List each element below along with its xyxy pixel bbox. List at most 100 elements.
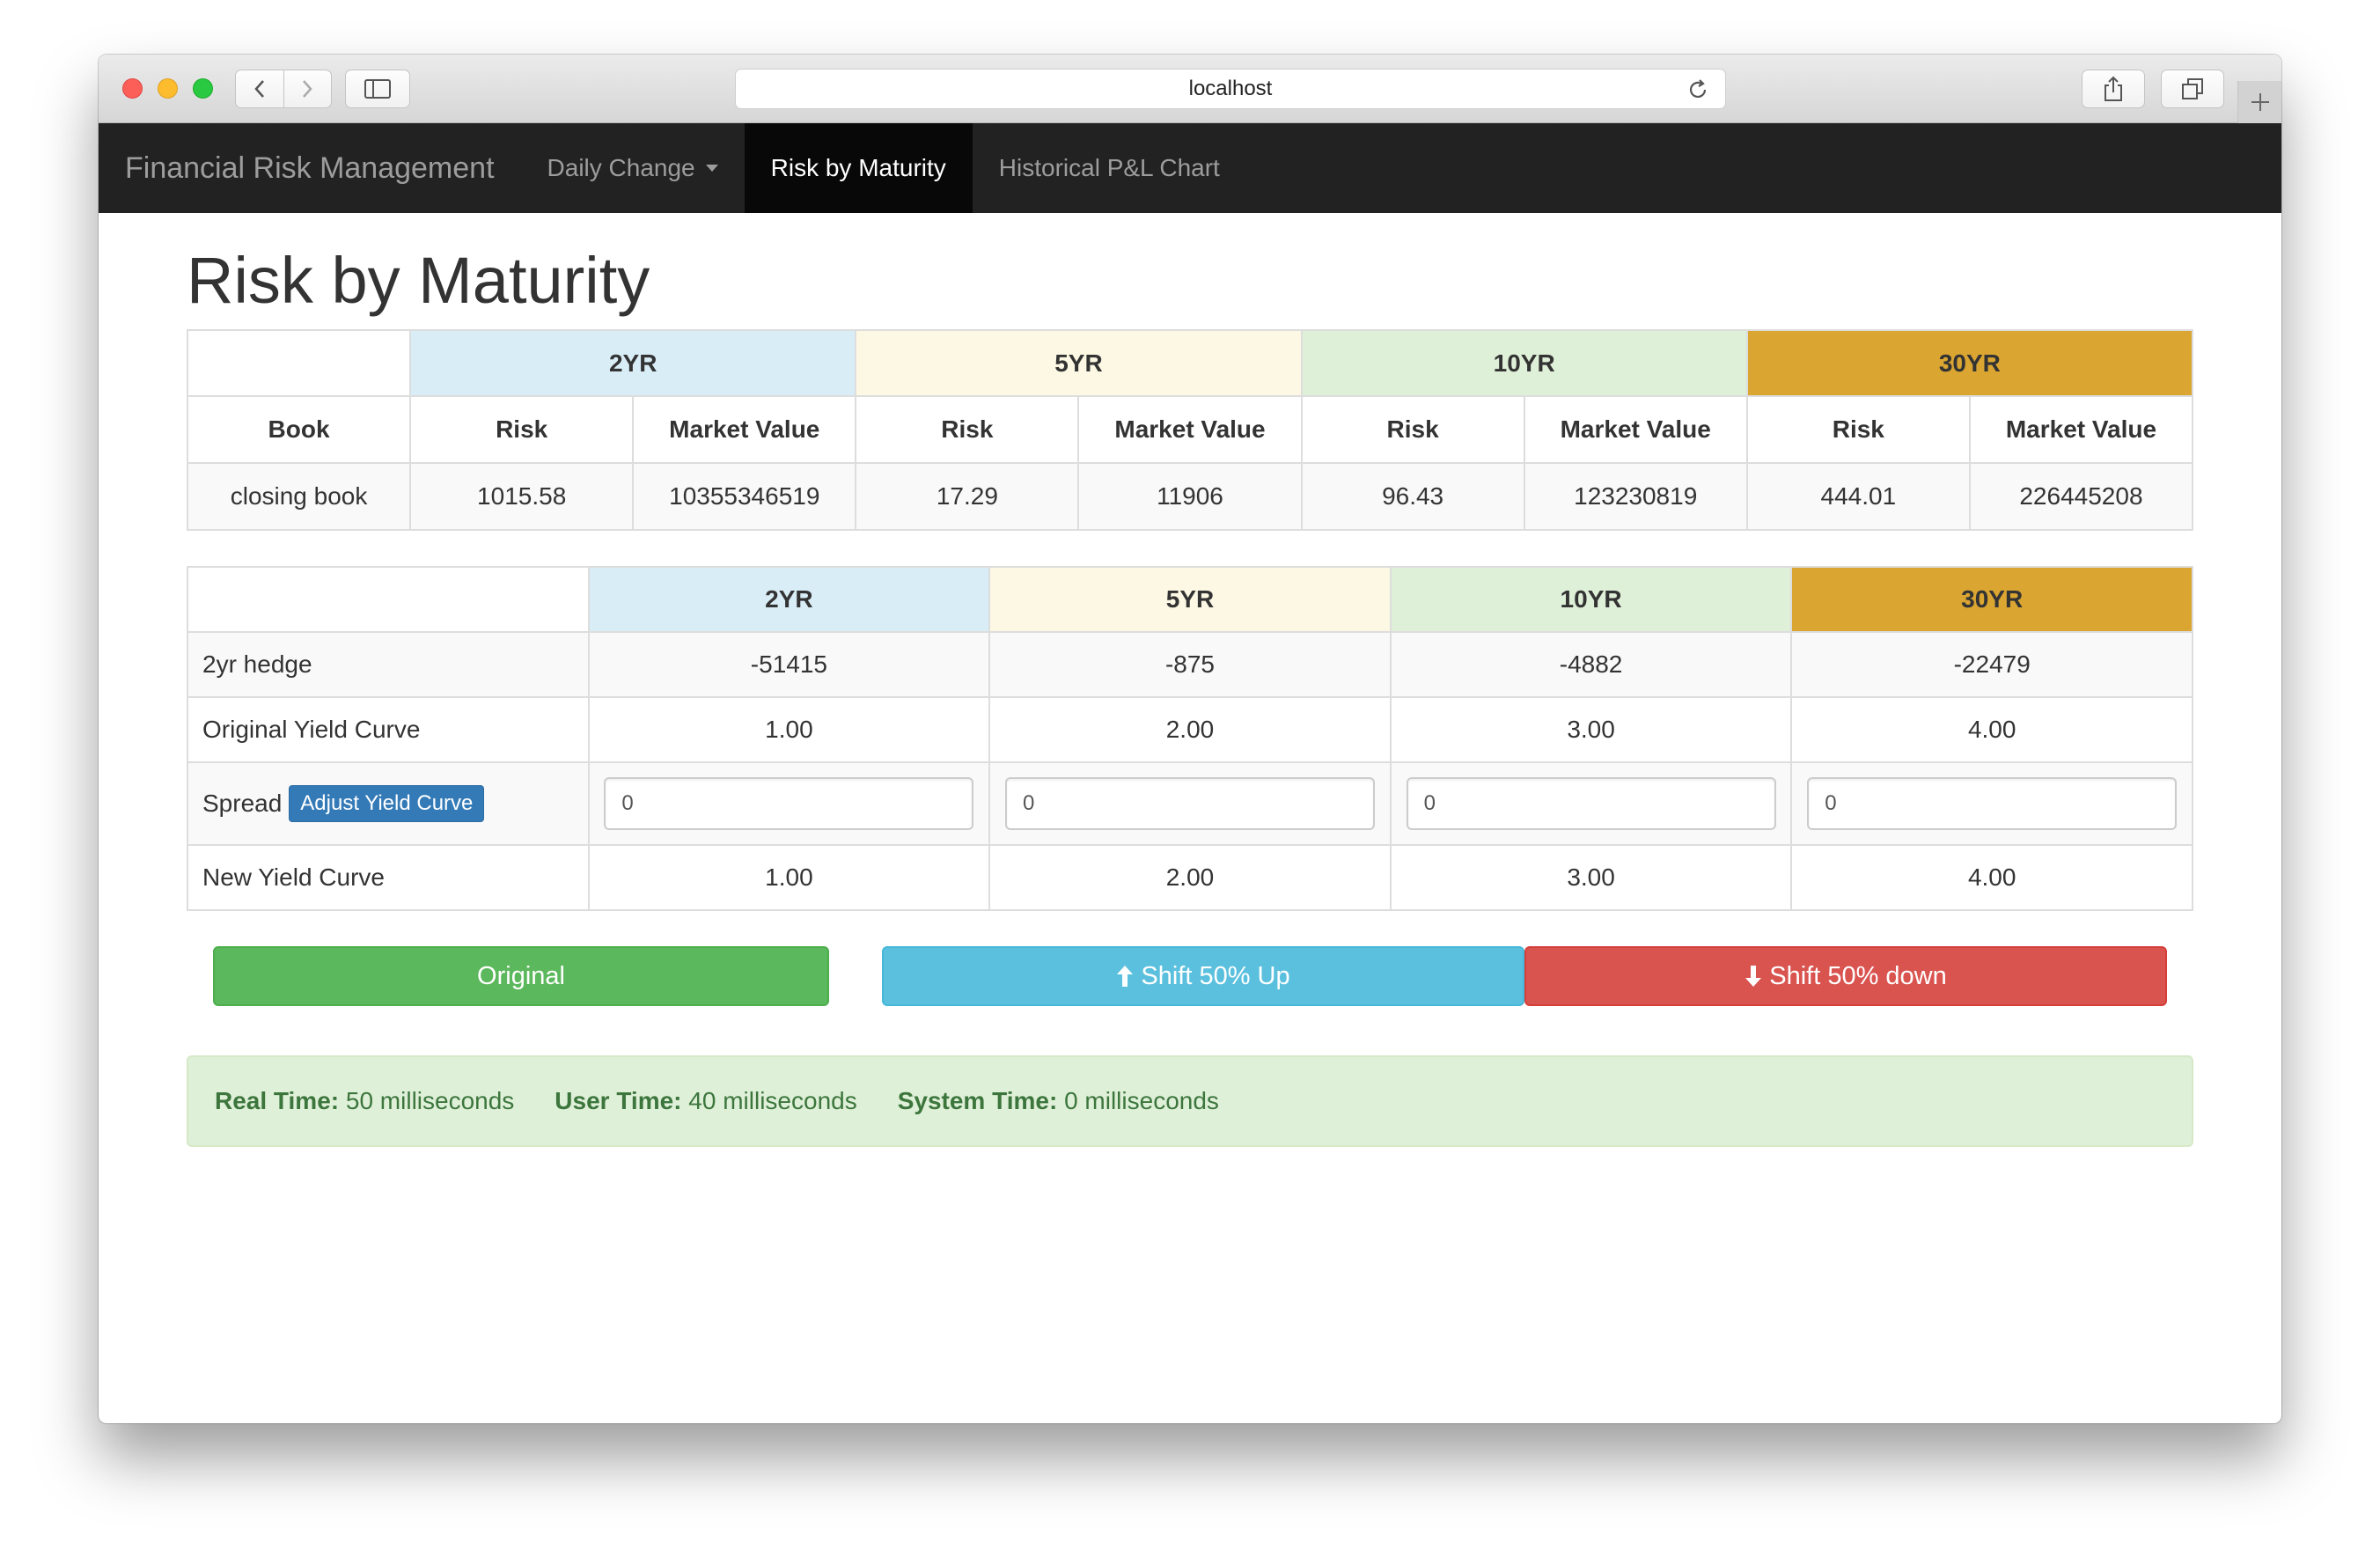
tenor-header-10yr: 10YR bbox=[1389, 566, 1793, 633]
user-time-value: 40 milliseconds bbox=[688, 1087, 857, 1114]
tabs-icon bbox=[2182, 78, 2203, 99]
market-value-header: Market Value bbox=[1523, 395, 1748, 464]
adjust-yield-curve-button[interactable]: Adjust Yield Curve bbox=[289, 784, 485, 823]
system-time-value: 0 milliseconds bbox=[1064, 1087, 1219, 1114]
market-value-header: Market Value bbox=[1968, 395, 2194, 464]
new-tab-button[interactable] bbox=[2237, 81, 2281, 123]
reload-icon bbox=[1689, 79, 1707, 98]
risk-header: Risk bbox=[409, 395, 635, 464]
book-header: Book bbox=[186, 395, 412, 464]
spread-input-5yr[interactable] bbox=[1004, 777, 1375, 830]
book-name-cell: closing book bbox=[186, 462, 412, 531]
spread-input-2yr[interactable] bbox=[604, 777, 974, 830]
shift-up-button[interactable]: Shift 50% Up bbox=[882, 946, 1524, 1006]
spread-cell-2yr bbox=[587, 761, 991, 846]
url-text: localhost bbox=[1188, 77, 1273, 100]
tenor-header-30yr: 30YR bbox=[1790, 566, 2193, 633]
hedge-value-10yr: -4882 bbox=[1389, 631, 1793, 698]
original-yield-10yr: 3.00 bbox=[1389, 696, 1793, 763]
new-yield-10yr: 3.00 bbox=[1389, 844, 1793, 911]
hedge-value-30yr: -22479 bbox=[1790, 631, 2193, 698]
spread-label: Spread bbox=[202, 789, 283, 817]
market-value-header: Market Value bbox=[632, 395, 857, 464]
top-navbar: Financial Risk Management Daily Change R… bbox=[99, 123, 2281, 213]
risk-header: Risk bbox=[1300, 395, 1525, 464]
nav-daily-change-label: Daily Change bbox=[547, 154, 695, 181]
table-row: closing book 1015.58 10355346519 17.29 1… bbox=[186, 462, 2194, 531]
tenor-header-2yr: 2YR bbox=[409, 329, 857, 397]
nav-risk-by-maturity[interactable]: Risk by Maturity bbox=[744, 123, 973, 213]
risk-cell: 96.43 bbox=[1300, 462, 1525, 531]
original-yield-5yr: 2.00 bbox=[988, 696, 1392, 763]
spread-row: Spread Adjust Yield Curve bbox=[187, 761, 2193, 846]
market-value-cell: 10355346519 bbox=[632, 462, 857, 531]
share-icon bbox=[2105, 76, 2122, 101]
minimize-window-button[interactable] bbox=[158, 78, 178, 99]
user-time-label: User Time: bbox=[555, 1087, 682, 1114]
arrow-up-icon bbox=[1117, 966, 1134, 987]
hedge-row: 2yr hedge -51415 -875 -4882 -22479 bbox=[187, 631, 2193, 698]
tenor-header-2yr: 2YR bbox=[587, 566, 991, 633]
spread-input-10yr[interactable] bbox=[1406, 777, 1776, 830]
new-yield-5yr: 2.00 bbox=[988, 844, 1392, 911]
market-value-cell: 11906 bbox=[1077, 462, 1303, 531]
risk-table-subheader: Book Risk Market Value Risk Market Value… bbox=[186, 395, 2194, 464]
risk-table: 2YR 5YR 10YR 30YR Book Risk Market Value… bbox=[186, 329, 2194, 531]
new-yield-30yr: 4.00 bbox=[1790, 844, 2193, 911]
risk-cell: 17.29 bbox=[855, 462, 1080, 531]
risk-table-tenor-header: 2YR 5YR 10YR 30YR bbox=[186, 329, 2194, 397]
timing-alert: Real Time: 50 milliseconds User Time: 40… bbox=[187, 1055, 2193, 1147]
navbar-brand[interactable]: Financial Risk Management bbox=[99, 123, 521, 213]
original-button-label: Original bbox=[477, 961, 565, 990]
user-time: User Time: 40 milliseconds bbox=[555, 1087, 856, 1115]
original-yield-curve-label: Original Yield Curve bbox=[187, 696, 590, 763]
spread-input-30yr[interactable] bbox=[1807, 777, 2178, 830]
spread-cell-30yr bbox=[1790, 761, 2193, 846]
plus-icon bbox=[2251, 93, 2269, 111]
market-value-cell: 123230819 bbox=[1523, 462, 1748, 531]
tenor-header-5yr: 5YR bbox=[988, 566, 1392, 633]
share-button[interactable] bbox=[2082, 70, 2145, 108]
back-forward-group bbox=[235, 70, 332, 108]
original-yield-curve-row: Original Yield Curve 1.00 2.00 3.00 4.00 bbox=[187, 696, 2193, 763]
original-yield-2yr: 1.00 bbox=[587, 696, 991, 763]
hedge-value-2yr: -51415 bbox=[587, 631, 991, 698]
nav-historical-pl-chart[interactable]: Historical P&L Chart bbox=[973, 123, 1246, 213]
spread-label-cell: Spread Adjust Yield Curve bbox=[187, 761, 590, 846]
sidebar-icon bbox=[364, 79, 391, 99]
spread-cell-10yr bbox=[1389, 761, 1793, 846]
real-time: Real Time: 50 milliseconds bbox=[215, 1087, 514, 1115]
sidebar-toggle-button[interactable] bbox=[345, 70, 410, 108]
new-yield-curve-label: New Yield Curve bbox=[187, 844, 590, 911]
page-title: Risk by Maturity bbox=[187, 244, 650, 317]
forward-button[interactable] bbox=[283, 70, 331, 107]
original-button[interactable]: Original bbox=[213, 946, 829, 1006]
empty-header-cell bbox=[187, 566, 590, 633]
tenor-header-10yr: 10YR bbox=[1300, 329, 1748, 397]
market-value-cell: 226445208 bbox=[1968, 462, 2194, 531]
risk-header: Risk bbox=[855, 395, 1080, 464]
market-value-header: Market Value bbox=[1077, 395, 1303, 464]
hedge-table-tenor-header: 2YR 5YR 10YR 30YR bbox=[187, 566, 2193, 633]
shift-down-button[interactable]: Shift 50% down bbox=[1524, 946, 2167, 1006]
show-tabs-button[interactable] bbox=[2161, 70, 2224, 108]
title-bar: localhost bbox=[99, 55, 2281, 123]
close-window-button[interactable] bbox=[122, 78, 143, 99]
forward-icon bbox=[303, 80, 313, 98]
browser-window: localhost Financial Risk Management Dail… bbox=[99, 55, 2281, 1423]
real-time-label: Real Time: bbox=[215, 1087, 340, 1114]
address-bar[interactable]: localhost bbox=[735, 69, 1726, 109]
tenor-header-5yr: 5YR bbox=[855, 329, 1303, 397]
new-yield-curve-row: New Yield Curve 1.00 2.00 3.00 4.00 bbox=[187, 844, 2193, 911]
reload-button[interactable] bbox=[1686, 78, 1709, 107]
action-buttons: Original Shift 50% Up Shift 50% down bbox=[187, 946, 2193, 1008]
risk-header: Risk bbox=[1745, 395, 1971, 464]
zoom-window-button[interactable] bbox=[193, 78, 213, 99]
new-yield-2yr: 1.00 bbox=[587, 844, 991, 911]
risk-cell: 1015.58 bbox=[409, 462, 635, 531]
back-button[interactable] bbox=[236, 70, 283, 107]
nav-daily-change[interactable]: Daily Change bbox=[521, 123, 745, 213]
shift-up-label: Shift 50% Up bbox=[1141, 961, 1290, 990]
system-time: System Time: 0 milliseconds bbox=[898, 1087, 1219, 1115]
system-time-label: System Time: bbox=[897, 1087, 1058, 1114]
